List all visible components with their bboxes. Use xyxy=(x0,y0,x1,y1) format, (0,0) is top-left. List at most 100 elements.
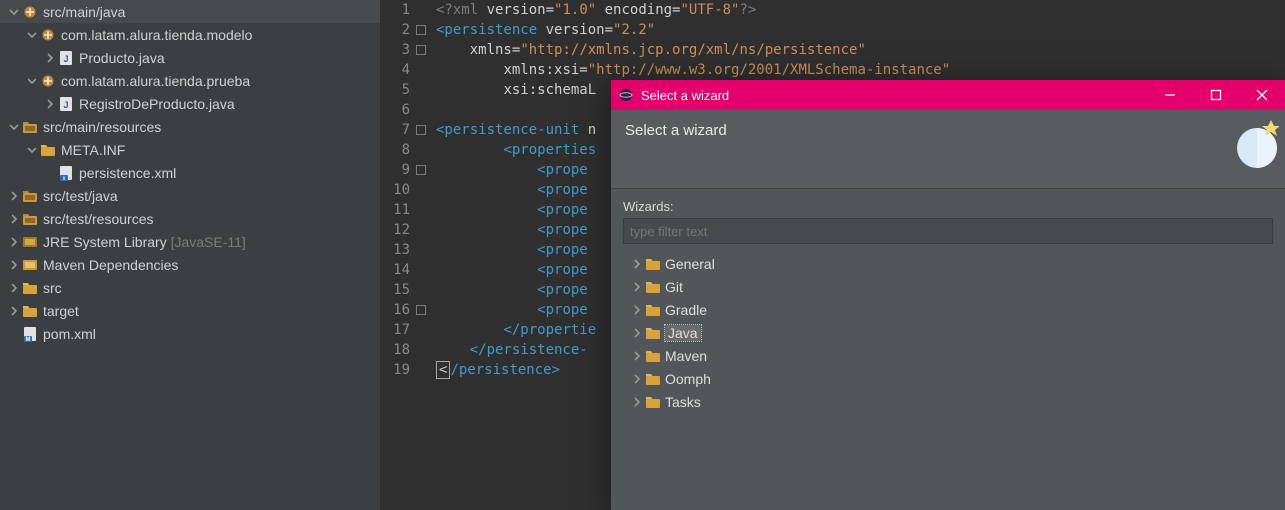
expand-icon[interactable] xyxy=(6,306,22,316)
folder-icon xyxy=(40,142,56,158)
folder-icon xyxy=(645,256,661,272)
tree-item[interactable]: persistence.xml xyxy=(0,161,380,184)
tree-item[interactable]: Maven Dependencies xyxy=(0,253,380,276)
folder-icon xyxy=(22,303,38,319)
expand-icon[interactable] xyxy=(42,53,58,63)
tree-item[interactable]: src/test/java xyxy=(0,184,380,207)
tree-item[interactable]: src/main/java xyxy=(0,0,380,23)
expand-icon[interactable] xyxy=(24,145,40,155)
fold-toggle-icon[interactable] xyxy=(416,165,426,175)
line-number: 17 xyxy=(380,320,416,340)
tree-item-label: src/main/resources xyxy=(43,119,161,135)
tree-item-label: META.INF xyxy=(61,142,125,158)
wizard-category[interactable]: Java xyxy=(623,321,1273,344)
line-number: 1 xyxy=(380,0,416,20)
folder-icon xyxy=(645,279,661,295)
tree-item[interactable]: pom.xml xyxy=(0,322,380,345)
line-number: 19 xyxy=(380,360,416,380)
expand-icon[interactable] xyxy=(6,260,22,270)
expand-icon[interactable] xyxy=(629,397,645,407)
tree-item-label: persistence.xml xyxy=(79,165,176,181)
expand-icon[interactable] xyxy=(42,99,58,109)
tree-item-label: src/test/java xyxy=(43,188,118,204)
code-line[interactable]: <?xml version="1.0" encoding="UTF-8"?> xyxy=(436,0,1285,20)
jfile-icon xyxy=(58,96,74,112)
srcfolder-icon xyxy=(22,119,38,135)
project-explorer: src/main/java com.latam.alura.tienda.mode… xyxy=(0,0,380,510)
srcfolder-icon xyxy=(22,211,38,227)
wizard-category-label: Git xyxy=(665,279,683,295)
tree-item[interactable]: src xyxy=(0,276,380,299)
tree-item[interactable]: JRE System Library [JavaSE-11] xyxy=(0,230,380,253)
tree-item-label: Producto.java xyxy=(79,50,165,66)
line-number: 13 xyxy=(380,240,416,260)
wizard-category[interactable]: Tasks xyxy=(623,390,1273,413)
line-number: 11 xyxy=(380,200,416,220)
wizard-category[interactable]: Maven xyxy=(623,344,1273,367)
expand-icon[interactable] xyxy=(6,283,22,293)
close-button[interactable] xyxy=(1239,80,1285,110)
expand-icon[interactable] xyxy=(6,214,22,224)
editor-gutter: 12345678910111213141516171819 xyxy=(380,0,416,380)
expand-icon[interactable] xyxy=(629,305,645,315)
dialog-titlebar[interactable]: Select a wizard xyxy=(611,80,1285,110)
tree-item-label: src/main/java xyxy=(43,4,125,20)
srcfolder-icon xyxy=(22,188,38,204)
expand-icon[interactable] xyxy=(629,259,645,269)
tree-item-label: target xyxy=(43,303,79,319)
code-line[interactable]: xmlns:xsi="http://www.w3.org/2001/XMLSch… xyxy=(436,60,1285,80)
expand-icon[interactable] xyxy=(24,30,40,40)
expand-icon[interactable] xyxy=(629,328,645,338)
tree-item[interactable]: com.latam.alura.tienda.prueba xyxy=(0,69,380,92)
wizard-category[interactable]: Git xyxy=(623,275,1273,298)
line-number: 4 xyxy=(380,60,416,80)
expand-icon[interactable] xyxy=(629,282,645,292)
wizard-category-list: General Git Gradle Java Maven Oomph Tasks xyxy=(623,252,1273,413)
fold-toggle-icon[interactable] xyxy=(416,25,426,35)
tree-item[interactable]: src/main/resources xyxy=(0,115,380,138)
code-line[interactable]: xmlns="http://xmlns.jcp.org/xml/ns/persi… xyxy=(436,40,1285,60)
expand-icon[interactable] xyxy=(24,76,40,86)
wizard-filter-input[interactable] xyxy=(623,218,1273,244)
tree-item[interactable]: META.INF xyxy=(0,138,380,161)
wizard-category[interactable]: General xyxy=(623,252,1273,275)
wizard-category-label: Java xyxy=(665,325,701,341)
minimize-button[interactable] xyxy=(1147,80,1193,110)
wizard-category[interactable]: Gradle xyxy=(623,298,1273,321)
wizard-category-label: General xyxy=(665,256,715,272)
tree-item-label: pom.xml xyxy=(43,326,96,342)
tree-item-label: RegistroDeProducto.java xyxy=(79,96,235,112)
wizard-category-label: Maven xyxy=(665,348,707,364)
tree-item[interactable]: src/test/resources xyxy=(0,207,380,230)
tree-item[interactable]: target xyxy=(0,299,380,322)
fold-toggle-icon[interactable] xyxy=(416,45,426,55)
expand-icon[interactable] xyxy=(6,7,22,17)
dialog-banner: Select a wizard xyxy=(611,110,1285,189)
expand-icon[interactable] xyxy=(6,237,22,247)
fold-toggle-icon[interactable] xyxy=(416,305,426,315)
line-number: 14 xyxy=(380,260,416,280)
folder-icon xyxy=(645,348,661,364)
line-number: 7 xyxy=(380,120,416,140)
expand-icon[interactable] xyxy=(6,122,22,132)
tree-item-label: JRE System Library [JavaSE-11] xyxy=(43,234,246,250)
expand-icon[interactable] xyxy=(629,374,645,384)
wizard-category-label: Tasks xyxy=(665,394,701,410)
jre-icon xyxy=(22,234,38,250)
expand-icon[interactable] xyxy=(6,191,22,201)
tree-item[interactable]: Producto.java xyxy=(0,46,380,69)
line-number: 12 xyxy=(380,220,416,240)
fold-toggle-icon[interactable] xyxy=(416,125,426,135)
cursor-box: < xyxy=(436,361,450,379)
maximize-button[interactable] xyxy=(1193,80,1239,110)
line-number: 16 xyxy=(380,300,416,320)
tree-item-label: src/test/resources xyxy=(43,211,153,227)
tree-item[interactable]: com.latam.alura.tienda.modelo xyxy=(0,23,380,46)
line-number: 3 xyxy=(380,40,416,60)
folder-icon xyxy=(22,280,38,296)
code-line[interactable]: <persistence version="2.2" xyxy=(436,20,1285,40)
line-number: 2 xyxy=(380,20,416,40)
wizard-category[interactable]: Oomph xyxy=(623,367,1273,390)
tree-item[interactable]: RegistroDeProducto.java xyxy=(0,92,380,115)
expand-icon[interactable] xyxy=(629,351,645,361)
